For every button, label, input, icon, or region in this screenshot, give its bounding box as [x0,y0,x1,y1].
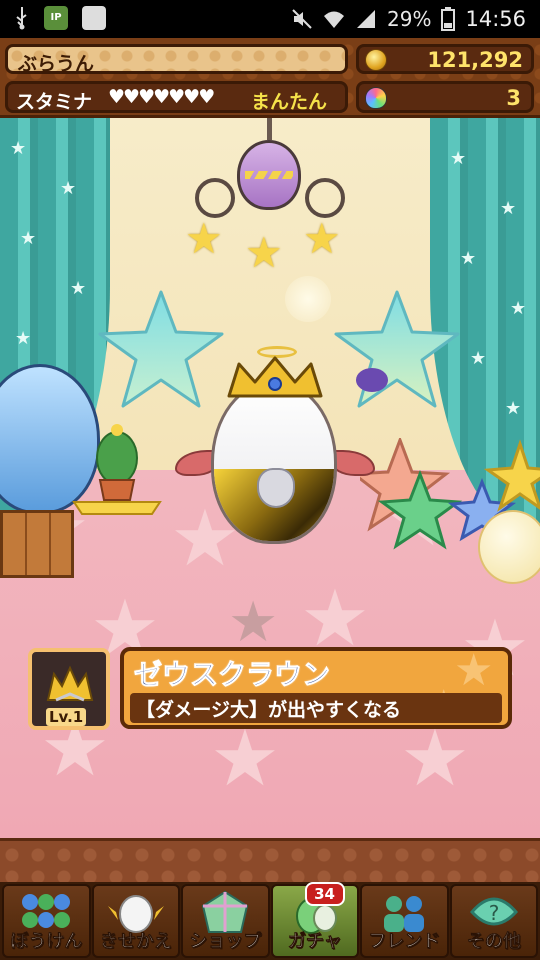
stamina-status: まんたん [250,91,327,113]
nav-label: フレンド [368,931,441,953]
monster-wing-right [331,450,375,476]
monster-name: ゼウスクラウン [133,658,331,692]
nav-friend[interactable]: フレンド [360,884,449,958]
bottom-nav: ぼうけん きせかえ ショップ 34 ガチャ フレンド ? その他 [0,882,540,960]
scroll-ornament [195,178,235,218]
coin-amount: 121,292 [427,48,523,72]
nav-label: きせかえ [99,931,172,953]
chandelier-chain [267,118,272,140]
sparkle [285,276,331,322]
monster-level: Lv.1 [46,708,87,726]
monster-egg-body [211,380,337,544]
nav-label: その他 [466,931,521,953]
paw-pattern-band [0,838,540,882]
monster-skill-text: 【ダメージ大】が出やすくなる [136,699,402,721]
rainbow-gem-icon [365,87,387,109]
scroll-ornament [305,178,345,218]
wooden-crate [0,510,74,578]
gacha-count-badge: 34 [304,882,345,906]
monster-beard [257,468,295,508]
monster-room-scene: ★ ★ ★ ★ ★ ★ ★ ★ ★ ★★ ★★ ★★ ★★ ★★ ★★ ★ ★ … [0,118,540,840]
shadow-star: ★ [228,590,279,655]
ip-icon: IP [44,6,68,30]
nav-label: ガチャ [287,931,342,953]
nav-label: ショップ [189,931,262,953]
monster-info-panel: ★ ★ ゼウスクラウン 【ダメージ大】が出やすくなる [120,647,512,729]
stamina-label: スタミナ [16,91,93,113]
monster-portrait[interactable]: Lv.1 [28,648,110,730]
status-bar: IP 29% 14:56 [0,0,540,38]
stamina-hearts: ♥♥♥♥♥♥♥ [108,86,215,108]
usb-icon [16,7,27,30]
crown-icon [227,356,323,398]
crown-icon [46,665,94,702]
gem-counter[interactable]: 3 [356,81,534,113]
nav-gacha[interactable]: 34 ガチャ [270,882,359,958]
nav-label: ぼうけん [10,931,83,953]
gem-amount: 3 [506,86,521,110]
player-name: ぶらうん [18,53,95,75]
stamina-bar: スタミナ ♥♥♥♥♥♥♥ まんたん [5,81,348,113]
nav-dressup[interactable]: きせかえ [91,884,180,958]
star-ball [478,510,540,584]
app-icon [82,6,106,30]
cactus-pot [72,424,162,515]
nav-adventure[interactable]: ぼうけん [2,884,91,958]
hanging-star-icon: ★ [185,214,223,263]
zeus-crown-monster[interactable] [175,346,375,548]
monster-skill-box: 【ダメージ大】が出やすくなる [130,693,502,723]
svg-text:?: ? [488,901,499,925]
nav-shop[interactable]: ショップ [181,884,270,958]
nav-other[interactable]: ? その他 [449,884,538,958]
clock: 14:56 [465,7,526,31]
wifi-icon [324,11,345,28]
coin-icon [365,49,387,71]
battery-icon [441,7,456,31]
egg-chandelier: ★ ★ ★ [185,118,355,283]
player-name-box[interactable]: ぶらうん [5,44,348,75]
hanging-star-icon: ★ [245,228,283,277]
signal-icon [357,10,376,28]
mute-icon [292,9,312,29]
coin-counter[interactable]: 121,292 [356,44,534,74]
purple-egg-ornament [237,140,301,210]
player-header: ぶらうん スタミナ ♥♥♥♥♥♥♥ まんたん 121,292 3 [0,38,540,118]
hanging-star-icon: ★ [303,214,341,263]
battery-percent: 29% [387,7,432,31]
